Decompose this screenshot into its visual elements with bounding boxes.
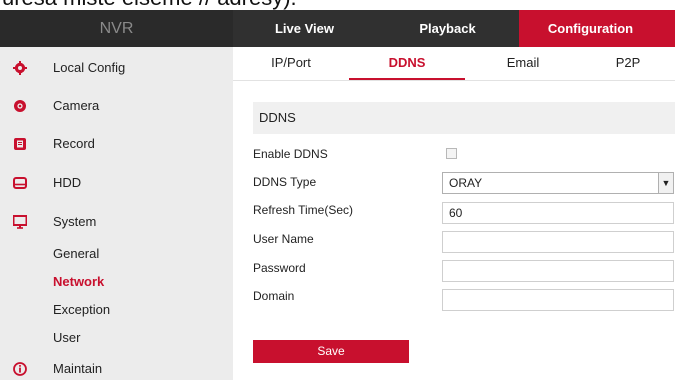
chevron-down-icon[interactable]: ▼ xyxy=(658,173,673,193)
refresh-time-input[interactable] xyxy=(442,202,674,224)
sidebar-item-system[interactable]: System xyxy=(0,203,233,241)
sidebar-item-label: HDD xyxy=(53,175,82,190)
gear-icon xyxy=(13,61,27,75)
domain-input[interactable] xyxy=(442,289,674,311)
ddns-type-select[interactable]: ORAY ▼ xyxy=(442,172,674,194)
top-navigation-bar: NVR Live View Playback Configuration xyxy=(0,10,675,47)
username-input[interactable] xyxy=(442,231,674,253)
sidebar-item-local-config[interactable]: Local Config xyxy=(0,49,233,87)
password-input[interactable] xyxy=(442,260,674,282)
brand-title: NVR xyxy=(0,10,233,47)
tab-email[interactable]: Email xyxy=(465,47,581,78)
nav-playback[interactable]: Playback xyxy=(376,10,519,47)
tab-p2p[interactable]: P2P xyxy=(581,47,675,78)
sidebar-item-label: Record xyxy=(53,136,95,151)
ddns-type-value: ORAY xyxy=(449,176,483,190)
sidebar-item-camera[interactable]: Camera xyxy=(0,87,233,125)
content-panel: IP/Port DDNS Email P2P DDNS Enable DDNS … xyxy=(233,47,675,380)
camera-icon xyxy=(14,100,26,112)
tab-ip-port[interactable]: IP/Port xyxy=(233,47,349,78)
section-title: DDNS xyxy=(253,102,675,134)
sidebar-item-hdd[interactable]: HDD xyxy=(0,164,233,202)
sidebar-item-label: Local Config xyxy=(53,60,126,75)
sidebar-item-label: Maintain xyxy=(53,361,103,376)
sidebar-item-maintain[interactable]: Maintain xyxy=(0,350,233,388)
main-nav: Live View Playback Configuration xyxy=(233,10,675,47)
refresh-time-label: Refresh Time(Sec) xyxy=(253,203,354,217)
record-icon xyxy=(14,138,26,150)
sidebar-item-record[interactable]: Record xyxy=(0,125,233,163)
sidebar-item-label: System xyxy=(53,214,97,229)
hdd-icon xyxy=(13,177,27,189)
nav-configuration[interactable]: Configuration xyxy=(519,10,662,47)
enable-ddns-label: Enable DDNS xyxy=(253,147,328,161)
save-button[interactable]: Save xyxy=(253,340,409,363)
username-label: User Name xyxy=(253,232,314,246)
monitor-icon xyxy=(13,215,27,229)
ddns-type-label: DDNS Type xyxy=(253,175,317,189)
network-tabs: IP/Port DDNS Email P2P xyxy=(233,47,675,81)
sidebar-subitem-network[interactable]: Network xyxy=(53,269,104,295)
password-label: Password xyxy=(253,261,306,275)
sidebar-subitem-exception[interactable]: Exception xyxy=(53,297,110,323)
sidebar: Local Config Camera Record HDD System Ge… xyxy=(0,47,233,380)
enable-ddns-checkbox[interactable] xyxy=(446,148,457,159)
sidebar-item-label: Camera xyxy=(53,98,100,113)
domain-label: Domain xyxy=(253,289,295,303)
tab-ddns[interactable]: DDNS xyxy=(349,47,465,80)
nav-live-view[interactable]: Live View xyxy=(233,10,376,47)
sidebar-subitem-general[interactable]: General xyxy=(53,241,99,267)
sidebar-subitem-user[interactable]: User xyxy=(53,325,80,351)
cropped-caption-text: uresa mistë elsemë // adresy). xyxy=(0,0,675,10)
nav-accent-strip xyxy=(662,10,675,47)
info-icon xyxy=(13,362,27,376)
